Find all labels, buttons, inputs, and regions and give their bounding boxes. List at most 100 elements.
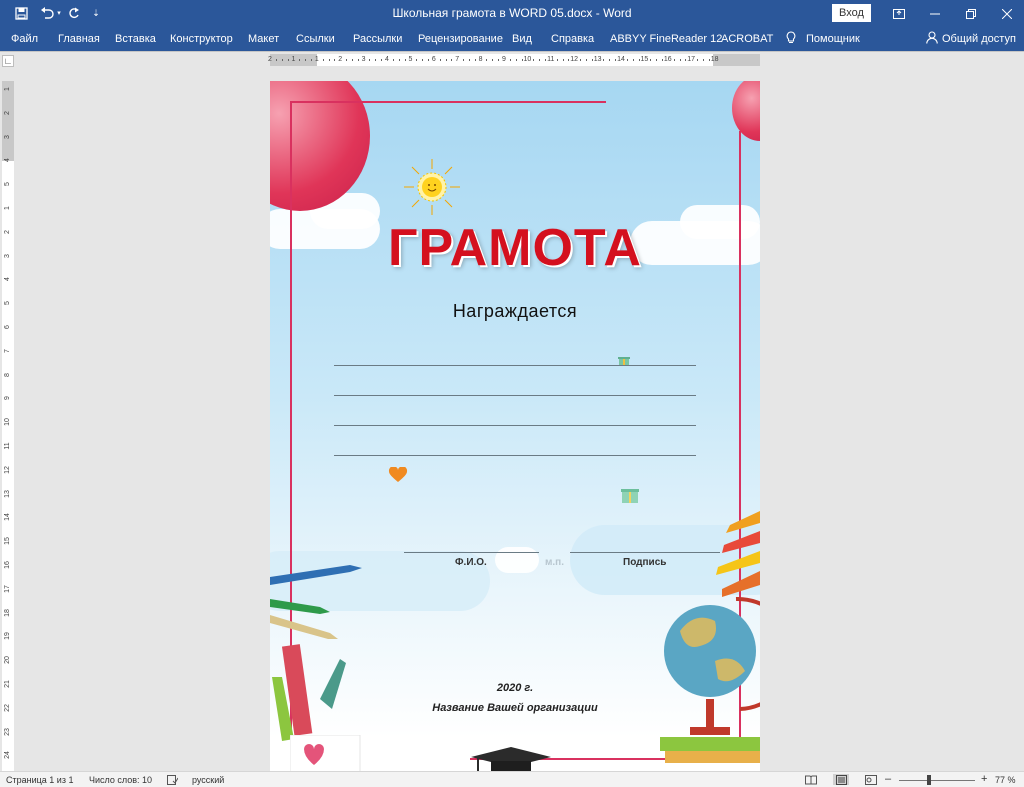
ruler-tick: 4 — [4, 277, 11, 282]
ruler-tick: 9 — [4, 396, 11, 401]
ruler-tick: 9 — [502, 56, 506, 63]
recipient-line-3[interactable] — [334, 425, 696, 426]
ruler-minor-tick — [585, 59, 587, 61]
tab-home[interactable]: Главная — [58, 33, 100, 45]
vertical-ruler[interactable]: 1 2 3 4 5 1 2 3 4 5 6 7 8 9 10 11 12 13 14 15 16 17 18 19 20 21 22… — [2, 81, 14, 771]
frame-top — [290, 101, 606, 103]
ruler-tick: 1 — [4, 87, 11, 91]
recipient-line-2[interactable] — [334, 395, 696, 396]
ruler-tick: 4 — [385, 56, 389, 63]
ruler-tick: 19 — [4, 632, 11, 641]
ribbon-display-icon[interactable] — [881, 0, 917, 27]
tab-acrobat[interactable]: ACROBAT — [721, 33, 773, 45]
tab-insert[interactable]: Вставка — [115, 33, 156, 45]
graduation-cap-icon — [471, 747, 551, 772]
ruler-minor-tick — [685, 59, 687, 61]
certificate-year[interactable]: 2020 г. — [270, 682, 760, 694]
ruler-minor-tick — [521, 59, 523, 61]
redo-icon[interactable] — [66, 4, 82, 22]
ruler-tick: 17 — [4, 584, 11, 593]
read-mode-icon[interactable] — [805, 774, 817, 785]
fio-line[interactable] — [404, 552, 539, 553]
restore-icon[interactable] — [953, 0, 989, 27]
zoom-in-button[interactable]: + — [981, 773, 987, 785]
tab-abbyy[interactable]: ABBYY FineReader 12 — [610, 33, 722, 45]
undo-dropdown-icon[interactable]: ▾ — [55, 4, 63, 22]
word-count[interactable]: Число слов: 10 — [89, 775, 152, 785]
zoom-slider-thumb[interactable] — [927, 775, 931, 785]
zoom-out-button[interactable]: – — [885, 773, 891, 785]
ruler-minor-tick — [474, 59, 476, 61]
ruler-tick: 15 — [4, 537, 11, 546]
tab-mailings[interactable]: Рассылки — [353, 33, 402, 45]
tab-selector-icon[interactable]: ∟ — [2, 55, 14, 67]
organization-name[interactable]: Название Вашей организации — [270, 702, 760, 714]
ruler-tick: 10 — [4, 418, 11, 427]
save-icon[interactable] — [12, 4, 30, 22]
ruler-tick: 18 — [710, 56, 719, 63]
signature-line[interactable] — [570, 552, 720, 553]
undo-icon[interactable] — [38, 4, 56, 22]
ruler-tick: 2 — [4, 229, 11, 234]
ruler-minor-tick — [287, 59, 289, 61]
share-icon[interactable] — [926, 31, 938, 47]
recipient-line-4[interactable] — [334, 455, 696, 456]
tab-view[interactable]: Вид — [512, 33, 532, 45]
document-page[interactable]: ГРАМОТА Награждается Ф.И.О. м.п. Подпись — [270, 81, 760, 772]
ruler-tick: 7 — [4, 348, 11, 353]
ruler-minor-tick — [580, 59, 582, 61]
tab-layout[interactable]: Макет — [248, 33, 279, 45]
ruler-tick: 15 — [640, 56, 649, 63]
ruler-minor-tick — [533, 59, 535, 61]
ruler-minor-tick — [451, 59, 453, 61]
ruler-minor-tick — [375, 59, 377, 61]
ruler-minor-tick — [468, 59, 470, 61]
tab-references[interactable]: Ссылки — [296, 33, 335, 45]
certificate-subtitle[interactable]: Награждается — [270, 301, 760, 322]
ruler-minor-tick — [381, 59, 383, 61]
certificate-title[interactable]: ГРАМОТА — [270, 218, 760, 278]
ruler-tick: 16 — [663, 56, 672, 63]
tab-file[interactable]: Файл — [11, 33, 38, 45]
zoom-slider[interactable] — [899, 780, 975, 781]
minimize-icon[interactable] — [917, 0, 953, 27]
title-bar: ▾ ⇣ Школьная грамота в WORD 05.docx - Wo… — [0, 0, 1024, 27]
tab-design[interactable]: Конструктор — [170, 33, 233, 45]
zoom-level[interactable]: 77 % — [995, 775, 1016, 785]
language-indicator[interactable]: русский — [192, 775, 224, 785]
ruler-tick: 3 — [4, 253, 11, 258]
close-icon[interactable] — [989, 0, 1024, 27]
ruler-tick: 24 — [4, 751, 11, 760]
ruler-tick: 2 — [268, 56, 272, 63]
recipient-line-1[interactable] — [334, 365, 696, 366]
ruler-tick: 16 — [4, 561, 11, 569]
share-button[interactable]: Общий доступ — [942, 33, 1016, 45]
signin-button[interactable]: Вход — [832, 4, 871, 22]
ruler-minor-tick — [562, 59, 564, 61]
gift-icon — [621, 489, 639, 503]
ruler-minor-tick — [591, 59, 593, 61]
ruler-minor-tick — [603, 59, 605, 61]
proofing-icon[interactable] — [166, 774, 178, 785]
tab-tell-me[interactable]: Помощник — [806, 33, 860, 45]
print-layout-icon[interactable] — [833, 774, 849, 785]
ruler-minor-tick — [281, 59, 283, 61]
ruler-minor-tick — [509, 59, 511, 61]
ruler-tick: 1 — [4, 206, 11, 210]
ruler-tick: 6 — [4, 325, 11, 329]
horizontal-ruler[interactable]: 2 1 1 2 3 4 5 6 7 8 9 10 11 12 13 14 15 16 17 18 — [268, 54, 760, 66]
ruler-minor-tick — [515, 59, 517, 61]
ruler-tick: 2 — [338, 56, 343, 63]
page-count[interactable]: Страница 1 из 1 — [6, 775, 73, 785]
ruler-tick: 13 — [593, 56, 602, 63]
tab-help[interactable]: Справка — [551, 33, 594, 45]
lightbulb-icon[interactable] — [786, 31, 796, 47]
tab-review[interactable]: Рецензирование — [418, 33, 503, 45]
ruler-minor-tick — [556, 59, 558, 61]
ruler-tick: 17 — [687, 56, 696, 63]
ruler-minor-tick — [702, 59, 704, 61]
web-layout-icon[interactable] — [865, 774, 877, 785]
ruler-tick: 3 — [361, 56, 366, 63]
customize-icon[interactable]: ⇣ — [90, 4, 102, 22]
signature-label: Подпись — [623, 557, 667, 568]
